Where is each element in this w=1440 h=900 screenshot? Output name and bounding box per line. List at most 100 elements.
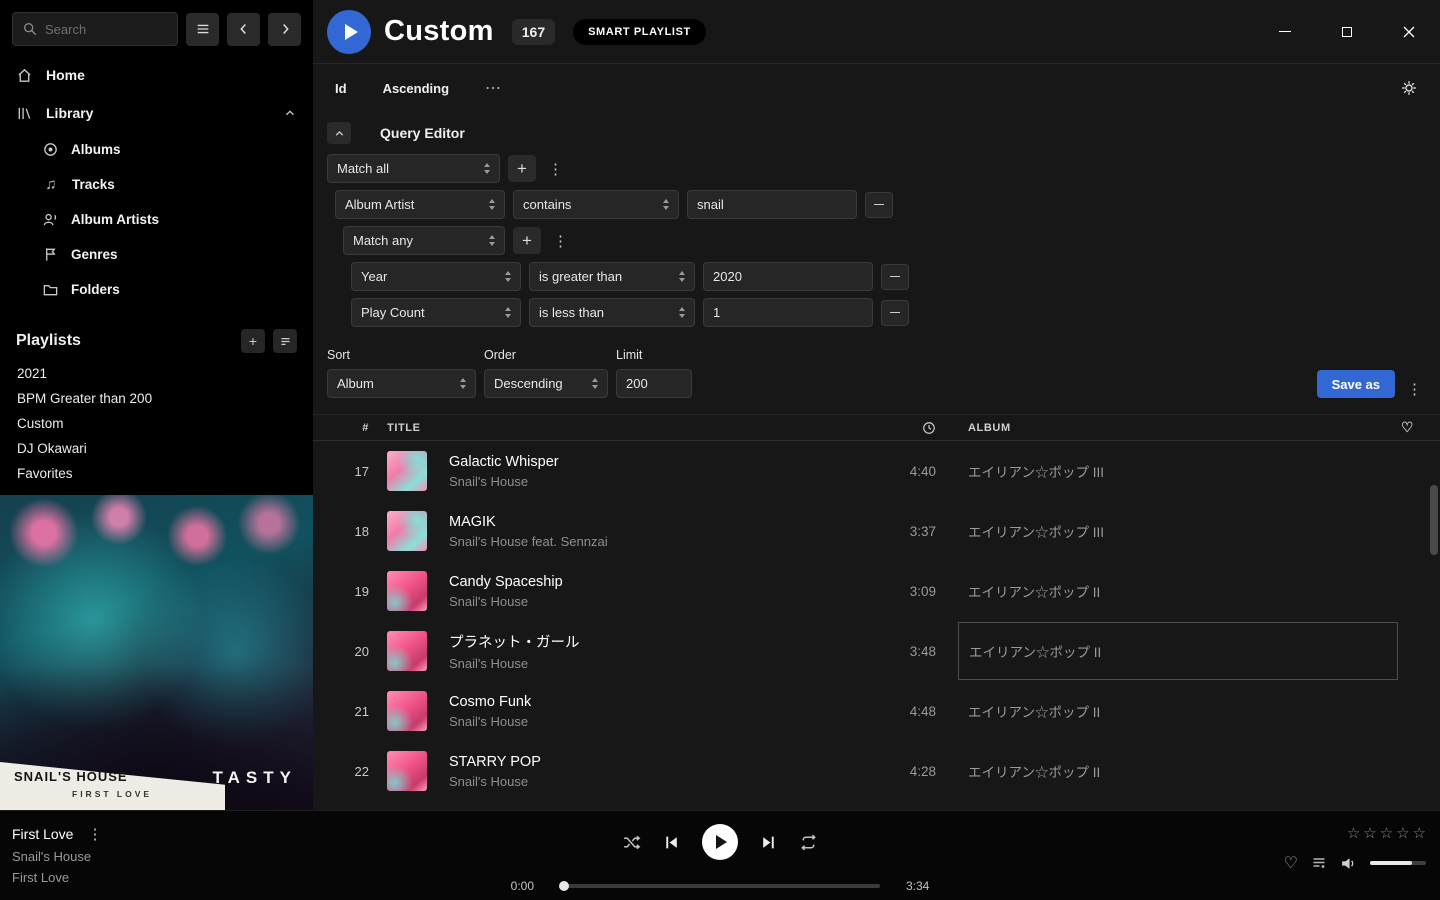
play-pause-button[interactable]	[702, 824, 738, 860]
track-number: 21	[335, 704, 369, 719]
settings-button[interactable]	[1400, 79, 1418, 97]
add-rule-button[interactable]: +	[508, 155, 536, 182]
now-playing-artist[interactable]: Snail's House	[12, 849, 102, 864]
rule-field-select[interactable]: Play Count	[351, 298, 521, 327]
track-artist[interactable]: Snail's House feat. Sennzai	[449, 534, 608, 549]
star-icon[interactable]: ☆	[1363, 824, 1376, 842]
rule-group-menu-button[interactable]: ⋮	[544, 160, 567, 178]
add-playlist-button[interactable]: +	[241, 329, 265, 353]
rule-value-input[interactable]	[703, 262, 873, 291]
sidebar-item-tracks[interactable]: ♫ Tracks	[0, 167, 313, 202]
track-album[interactable]: エイリアン☆ポップ II	[968, 701, 1398, 721]
sidebar-item-folders[interactable]: Folders	[0, 272, 313, 307]
search-box[interactable]	[12, 12, 178, 46]
table-row[interactable]: 20 プラネット・ガール Snail's House 3:48 エイリアン☆ポッ…	[313, 621, 1440, 681]
next-button[interactable]	[760, 834, 777, 851]
repeat-button[interactable]	[799, 833, 818, 852]
rating-stars[interactable]: ☆ ☆ ☆ ☆ ☆	[1347, 824, 1426, 842]
table-scrollbar[interactable]	[1430, 456, 1438, 810]
table-row[interactable]: 21 Cosmo Funk Snail's House 4:48 エイリアン☆ポ…	[313, 681, 1440, 741]
search-input[interactable]	[45, 22, 168, 37]
column-index[interactable]: #	[335, 422, 369, 434]
rule-field-select[interactable]: Album Artist	[335, 190, 505, 219]
more-options-icon[interactable]: ⋯	[485, 78, 503, 98]
remove-rule-button[interactable]	[881, 300, 909, 326]
track-album-focused[interactable]: エイリアン☆ポップ II	[958, 622, 1398, 680]
now-playing-menu-button[interactable]: ⋮	[87, 825, 102, 843]
playlist-item[interactable]: Favorites	[0, 461, 313, 486]
save-as-button[interactable]: Save as	[1317, 370, 1395, 398]
order-select[interactable]: Descending	[484, 369, 608, 398]
playlist-item[interactable]: DJ Okawari	[0, 436, 313, 461]
playlist-menu-button[interactable]: ⋮	[1403, 380, 1426, 398]
scrollbar-thumb[interactable]	[1430, 485, 1438, 555]
rule-value-input[interactable]	[687, 190, 857, 219]
match-type-select[interactable]: Match any	[343, 226, 505, 255]
column-title[interactable]: TITLE	[387, 422, 880, 434]
playlist-item[interactable]: 2021	[0, 361, 313, 386]
rule-operator-select[interactable]: contains	[513, 190, 679, 219]
sidebar-item-genres[interactable]: Genres	[0, 237, 313, 272]
minimize-button[interactable]	[1276, 23, 1294, 41]
shuffle-button[interactable]	[622, 833, 641, 852]
track-album[interactable]: エイリアン☆ポップ II	[968, 581, 1398, 601]
sidebar-item-home[interactable]: Home	[0, 56, 313, 94]
collapse-query-editor-button[interactable]	[327, 122, 351, 144]
limit-input[interactable]	[616, 369, 692, 398]
track-album[interactable]: エイリアン☆ポップ III	[968, 521, 1398, 541]
track-album[interactable]: エイリアン☆ポップ III	[968, 461, 1398, 481]
match-type-select[interactable]: Match all	[327, 154, 500, 183]
add-rule-button[interactable]: +	[513, 227, 541, 254]
now-playing-album[interactable]: First Love	[12, 870, 102, 885]
rule-operator-select[interactable]: is greater than	[529, 262, 695, 291]
track-artist[interactable]: Snail's House	[449, 774, 541, 789]
sort-direction-button[interactable]: Ascending	[383, 81, 449, 96]
sidebar-item-library[interactable]: Library	[0, 94, 313, 132]
favorite-button[interactable]: ♡	[1284, 853, 1298, 873]
now-playing-title[interactable]: First Love	[12, 826, 73, 842]
track-artist[interactable]: Snail's House	[449, 656, 580, 671]
sort-select[interactable]: Album	[327, 369, 476, 398]
rule-field-select[interactable]: Year	[351, 262, 521, 291]
volume-button[interactable]	[1340, 855, 1357, 872]
sort-field-button[interactable]: Id	[335, 81, 347, 96]
remove-rule-button[interactable]	[881, 264, 909, 290]
maximize-button[interactable]	[1338, 23, 1356, 41]
rule-operator-select[interactable]: is less than	[529, 298, 695, 327]
now-playing-cover-art[interactable]: SNAIL'S HOUSE FIRST LOVE TASTY	[0, 495, 313, 810]
volume-slider[interactable]	[1370, 861, 1426, 865]
previous-button[interactable]	[663, 834, 680, 851]
star-icon[interactable]: ☆	[1347, 824, 1360, 842]
track-artist[interactable]: Snail's House	[449, 594, 563, 609]
table-row[interactable]: 17 Galactic Whisper Snail's House 4:40 エ…	[313, 441, 1440, 501]
playlist-options-button[interactable]	[273, 329, 297, 353]
sidebar-item-albums[interactable]: Albums	[0, 132, 313, 167]
playlist-item[interactable]: BPM Greater than 200	[0, 386, 313, 411]
playlist-item[interactable]: Custom	[0, 411, 313, 436]
sidebar-item-album-artists[interactable]: Album Artists	[0, 202, 313, 237]
star-icon[interactable]: ☆	[1413, 824, 1426, 842]
remove-rule-button[interactable]	[865, 192, 893, 218]
chevron-up-icon[interactable]	[283, 106, 297, 120]
star-icon[interactable]: ☆	[1380, 824, 1393, 842]
rule-value-input[interactable]	[703, 298, 873, 327]
seek-bar[interactable]	[560, 884, 880, 888]
seek-handle[interactable]	[559, 881, 569, 891]
back-button[interactable]	[227, 13, 260, 46]
menu-button[interactable]	[186, 13, 219, 46]
column-favorite[interactable]: ♡	[1398, 419, 1414, 436]
track-artist[interactable]: Snail's House	[449, 714, 531, 729]
table-row[interactable]: 18 MAGIK Snail's House feat. Sennzai 3:3…	[313, 501, 1440, 561]
track-album[interactable]: エイリアン☆ポップ II	[968, 761, 1398, 781]
close-button[interactable]	[1400, 23, 1418, 41]
table-row[interactable]: 22 STARRY POP Snail's House 4:28 エイリアン☆ポ…	[313, 741, 1440, 801]
track-artist[interactable]: Snail's House	[449, 474, 559, 489]
queue-button[interactable]	[1311, 855, 1327, 871]
star-icon[interactable]: ☆	[1396, 824, 1409, 842]
forward-button[interactable]	[268, 13, 301, 46]
column-album[interactable]: ALBUM	[968, 422, 1398, 434]
rule-group-menu-button[interactable]: ⋮	[549, 232, 572, 250]
table-row[interactable]: 19 Candy Spaceship Snail's House 3:09 エイ…	[313, 561, 1440, 621]
column-duration[interactable]	[880, 421, 936, 435]
play-playlist-button[interactable]	[327, 10, 371, 54]
